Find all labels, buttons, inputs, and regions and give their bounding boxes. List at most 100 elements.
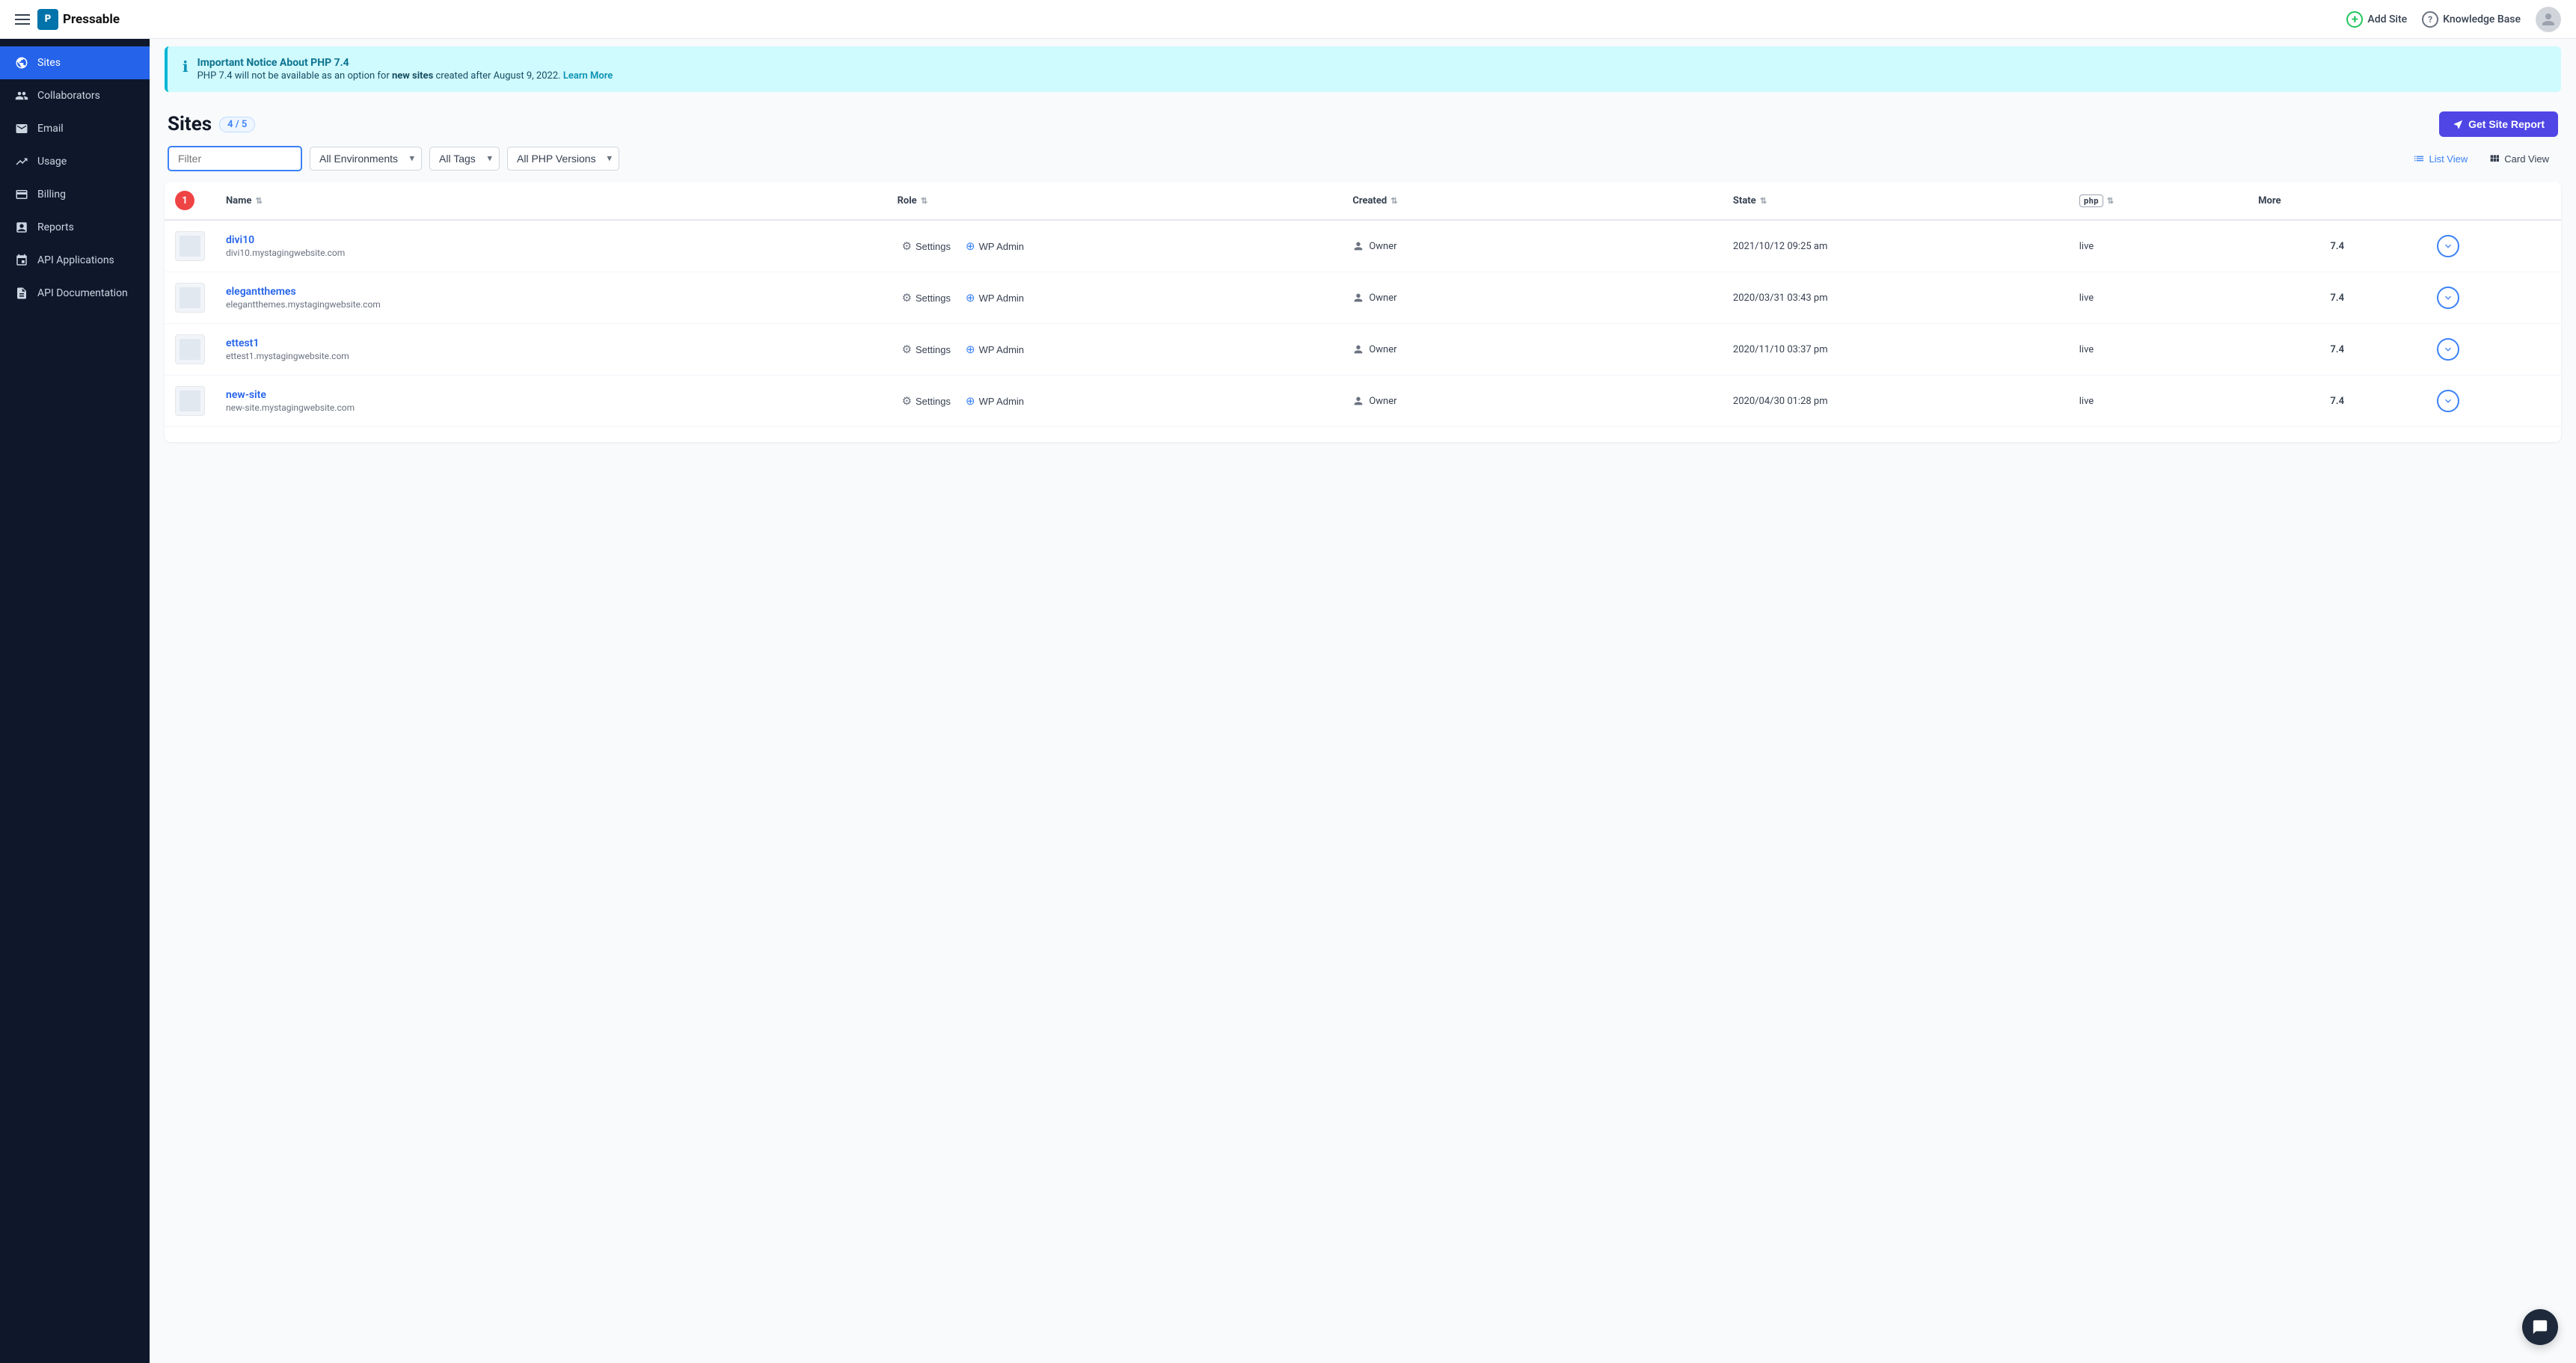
site-name-link[interactable]: new-site — [226, 389, 877, 401]
site-url: elegantthemes.mystagingwebsite.com — [226, 299, 877, 310]
gear-icon: ⚙ — [902, 291, 912, 304]
settings-button[interactable]: ⚙ Settings — [898, 391, 955, 411]
sites-table-wrap: 1 Name ⇅ Role ⇅ Created ⇅ — [165, 182, 2561, 442]
notice-icon: ℹ — [183, 58, 188, 76]
row-state-cell: live — [2069, 376, 2248, 427]
th-created[interactable]: Created ⇅ — [1342, 182, 1723, 220]
sidebar-item-api-applications[interactable]: API Applications — [0, 244, 150, 277]
notice-banner: ℹ Important Notice About PHP 7.4 PHP 7.4… — [165, 46, 2561, 92]
site-name-link[interactable]: ettest1 — [226, 337, 877, 349]
settings-button[interactable]: ⚙ Settings — [898, 288, 955, 307]
th-more: More — [2248, 182, 2426, 220]
logo-icon: P — [37, 9, 58, 30]
add-site-button[interactable]: + Add Site — [2346, 11, 2407, 28]
th-php[interactable]: php ⇅ — [2069, 182, 2248, 220]
page-title-wrap: Sites 4 / 5 — [168, 113, 255, 135]
gear-icon: ⚙ — [902, 239, 912, 253]
environment-select[interactable]: All Environments Production Staging — [310, 147, 422, 171]
site-thumbnail — [175, 334, 205, 364]
created-date: 2021/10/12 09:25 am — [1733, 241, 1827, 252]
list-view-button[interactable]: List View — [2404, 148, 2477, 169]
php-version-value: 7.4 — [2331, 292, 2345, 304]
filters-left: All Environments Production Staging All … — [168, 146, 619, 171]
sidebar-item-reports[interactable]: Reports — [0, 211, 150, 244]
row-created-cell: 2020/03/31 03:43 pm — [1723, 272, 2069, 324]
sidebar-item-email[interactable]: Email — [0, 112, 150, 145]
get-site-report-button[interactable]: Get Site Report — [2439, 111, 2558, 137]
sidebar-item-api-documentation[interactable]: API Documentation — [0, 277, 150, 310]
more-options-button[interactable] — [2437, 235, 2459, 257]
tags-select[interactable]: All Tags — [429, 147, 500, 171]
user-avatar[interactable] — [2536, 7, 2561, 32]
site-name-link[interactable]: divi10 — [226, 234, 877, 246]
wp-admin-button[interactable]: ⊕ WP Admin — [961, 340, 1028, 359]
notice-body: Important Notice About PHP 7.4 PHP 7.4 w… — [197, 57, 613, 82]
card-view-label: Card View — [2504, 153, 2549, 165]
wordpress-icon: ⊕ — [966, 343, 975, 356]
more-options-button[interactable] — [2437, 338, 2459, 361]
sidebar-item-billing[interactable]: Billing — [0, 178, 150, 211]
person-icon — [1352, 292, 1364, 304]
usage-label: Usage — [37, 156, 67, 168]
collaborators-icon — [13, 88, 30, 104]
site-thumbnail — [175, 386, 205, 416]
row-name-cell: elegantthemes elegantthemes.mystagingweb… — [215, 272, 887, 324]
row-role-cell: Owner — [1342, 376, 1723, 427]
name-sort-icon: ⇅ — [256, 196, 263, 206]
settings-button[interactable]: ⚙ Settings — [898, 236, 955, 256]
state-badge: live — [2079, 292, 2094, 304]
row-created-cell: 2020/04/30 01:28 pm — [1723, 376, 2069, 427]
layout: Sites Collaborators Email Usage Billing — [0, 39, 2576, 1363]
wp-admin-button[interactable]: ⊕ WP Admin — [961, 288, 1028, 307]
site-thumb-image — [180, 287, 200, 308]
row-thumb-cell — [165, 220, 215, 272]
wp-admin-button[interactable]: ⊕ WP Admin — [961, 391, 1028, 411]
sites-table: 1 Name ⇅ Role ⇅ Created ⇅ — [165, 182, 2561, 427]
main-content: ℹ Important Notice About PHP 7.4 PHP 7.4… — [150, 39, 2576, 1363]
hamburger-button[interactable] — [15, 14, 30, 25]
site-url: divi10.mystagingwebsite.com — [226, 248, 877, 258]
php-version-select[interactable]: All PHP Versions — [507, 147, 619, 171]
filters-row: All Environments Production Staging All … — [150, 146, 2576, 182]
sidebar-item-collaborators[interactable]: Collaborators — [0, 79, 150, 112]
site-name-link[interactable]: elegantthemes — [226, 286, 877, 298]
sidebar-item-sites[interactable]: Sites — [0, 46, 150, 79]
notice-learn-more-link[interactable]: Learn More — [563, 70, 613, 82]
row-state-cell: live — [2069, 220, 2248, 272]
site-thumbnail — [175, 283, 205, 313]
row-name-cell: divi10 divi10.mystagingwebsite.com — [215, 220, 887, 272]
row-actions-cell: ⚙ Settings ⊕ WP Admin — [887, 324, 1343, 376]
row-role-cell: Owner — [1342, 272, 1723, 324]
site-thumb-image — [180, 339, 200, 360]
more-options-button[interactable] — [2437, 390, 2459, 412]
wordpress-icon: ⊕ — [966, 394, 975, 408]
settings-button[interactable]: ⚙ Settings — [898, 340, 955, 359]
created-sort-icon: ⇅ — [1390, 196, 1397, 206]
row-state-cell: live — [2069, 324, 2248, 376]
role-label: Owner — [1369, 344, 1396, 355]
filter-input[interactable] — [168, 146, 302, 171]
row-thumb-cell — [165, 324, 215, 376]
sites-tbody: divi10 divi10.mystagingwebsite.com ⚙ Set… — [165, 220, 2561, 427]
site-url: new-site.mystagingwebsite.com — [226, 402, 877, 413]
created-date: 2020/03/31 03:43 pm — [1733, 292, 1828, 304]
knowledge-base-button[interactable]: ? Knowledge Base — [2422, 11, 2521, 28]
gear-icon: ⚙ — [902, 343, 912, 356]
card-view-button[interactable]: Card View — [2480, 148, 2558, 169]
th-name[interactable]: Name ⇅ — [215, 182, 887, 220]
row-created-cell: 2020/11/10 03:37 pm — [1723, 324, 2069, 376]
row-role-cell: Owner — [1342, 324, 1723, 376]
chat-widget-button[interactable] — [2522, 1309, 2558, 1345]
th-role[interactable]: Role ⇅ — [887, 182, 1343, 220]
sites-icon — [13, 55, 30, 71]
more-options-button[interactable] — [2437, 287, 2459, 309]
sidebar-item-usage[interactable]: Usage — [0, 145, 150, 178]
wp-admin-button[interactable]: ⊕ WP Admin — [961, 236, 1028, 256]
row-php-cell: 7.4 — [2248, 376, 2426, 427]
row-name-cell: ettest1 ettest1.mystagingwebsite.com — [215, 324, 887, 376]
php-badge: php — [2079, 195, 2103, 207]
php-version-value: 7.4 — [2331, 241, 2345, 252]
th-state[interactable]: State ⇅ — [1723, 182, 2069, 220]
wordpress-icon: ⊕ — [966, 291, 975, 304]
table-header-row: 1 Name ⇅ Role ⇅ Created ⇅ — [165, 182, 2561, 220]
